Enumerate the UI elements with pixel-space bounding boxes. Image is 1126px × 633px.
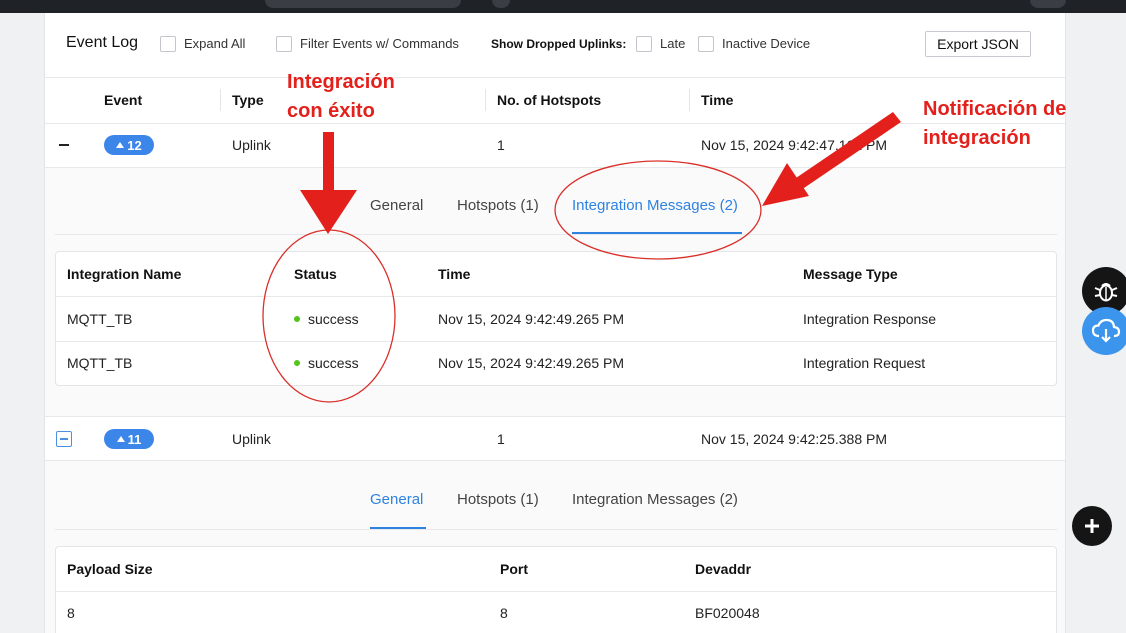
event-log-panel: Event Log Expand All Filter Events w/ Co…	[44, 13, 1066, 633]
search-bar[interactable]	[265, 0, 461, 8]
event-id-badge: 12	[104, 135, 154, 155]
bug-icon	[1094, 283, 1118, 302]
table-row[interactable]: 11 Uplink 1 Nov 15, 2024 9:42:25.388 PM	[45, 416, 1065, 460]
event-details: General Hotspots (1) Integration Message…	[45, 167, 1065, 416]
tab-divider	[55, 529, 1057, 530]
event-id: 11	[127, 431, 142, 447]
message-time: Nov 15, 2024 9:42:49.265 PM	[438, 311, 625, 327]
col-payload-size: Payload Size	[67, 561, 153, 577]
inactive-device-checkbox[interactable]	[698, 36, 714, 52]
table-row[interactable]: 12 Uplink 1 Nov 15, 2024 9:42:47.162 PM	[45, 123, 1065, 167]
expand-all-label: Expand All	[184, 36, 246, 51]
col-divider	[689, 89, 690, 111]
col-divider	[220, 89, 221, 111]
tab-hotspots[interactable]: Hotspots (1)	[457, 197, 539, 214]
event-time: Nov 15, 2024 9:42:47.162 PM	[701, 137, 888, 153]
status-text: success	[308, 355, 359, 371]
integration-name: MQTT_TB	[67, 311, 133, 327]
notification-annotation: Notificación de integración	[923, 95, 1066, 153]
col-time[interactable]: Time	[701, 92, 733, 108]
late-checkbox[interactable]	[636, 36, 652, 52]
export-json-button[interactable]: Export JSON	[925, 31, 1031, 57]
status-cell: success	[294, 355, 359, 371]
integration-messages-table: Integration Name Status Time Message Typ…	[55, 251, 1057, 386]
col-message-type: Message Type	[803, 266, 898, 282]
collapse-icon[interactable]	[56, 431, 72, 447]
payload-size: 8	[67, 605, 75, 621]
col-divider	[485, 89, 486, 111]
col-type[interactable]: Type	[232, 92, 264, 108]
col-port: Port	[500, 561, 528, 577]
status-text: success	[308, 311, 359, 327]
message-type: Integration Request	[803, 355, 926, 371]
cloud-download-button[interactable]	[1082, 307, 1126, 355]
expand-all-checkbox[interactable]	[160, 36, 176, 52]
status-cell: success	[294, 311, 359, 327]
annotation-line: Notificación de	[923, 98, 1067, 120]
col-time: Time	[438, 266, 471, 282]
success-dot	[294, 316, 300, 323]
message-type: Integration Response	[803, 311, 937, 327]
event-id: 12	[127, 137, 142, 153]
row-divider	[56, 296, 1056, 297]
col-status: Status	[294, 266, 337, 282]
arrow-up-icon	[116, 142, 125, 148]
arrow-up-icon	[116, 436, 125, 442]
event-hotspots: 1	[497, 431, 505, 447]
annotation-line: Integración	[287, 71, 395, 93]
general-table: Payload Size Port Devaddr 8 8 BF020048	[55, 546, 1057, 633]
port: 8	[500, 605, 508, 621]
tab-hotspots[interactable]: Hotspots (1)	[457, 491, 539, 508]
table-header-row: Event Type No. of Hotspots Time	[45, 77, 1065, 123]
annotation-line: con éxito	[287, 100, 375, 122]
tab-integration-messages[interactable]: Integration Messages (2)	[572, 491, 738, 508]
page-title: Event Log	[66, 34, 139, 51]
event-type: Uplink	[232, 137, 271, 153]
event-type: Uplink	[232, 431, 271, 447]
filter-events-label: Filter Events w/ Commands	[300, 36, 459, 51]
late-label: Late	[660, 36, 686, 51]
inactive-device-label: Inactive Device	[722, 36, 811, 51]
annotation-line: integración	[923, 127, 1031, 149]
event-details: General Hotspots (1) Integration Message…	[45, 460, 1065, 633]
event-time: Nov 15, 2024 9:42:25.388 PM	[701, 431, 888, 447]
tab-general[interactable]: General	[370, 197, 423, 214]
top-bar-button[interactable]	[1030, 0, 1066, 8]
integration-name: MQTT_TB	[67, 355, 133, 371]
show-dropped-label: Show Dropped Uplinks:	[491, 37, 627, 51]
col-event[interactable]: Event	[104, 92, 142, 108]
filter-events-checkbox[interactable]	[276, 36, 292, 52]
event-log-header: Event Log Expand All Filter Events w/ Co…	[45, 13, 1065, 77]
add-button[interactable]	[1072, 506, 1112, 546]
col-hotspots[interactable]: No. of Hotspots	[497, 92, 601, 108]
top-bar	[0, 0, 1126, 13]
success-dot	[294, 360, 300, 367]
tab-divider	[55, 234, 1057, 235]
col-devaddr: Devaddr	[695, 561, 752, 577]
event-hotspots: 1	[497, 137, 505, 153]
event-id-badge: 11	[104, 429, 154, 449]
cloud-download-icon	[1091, 318, 1121, 343]
message-time: Nov 15, 2024 9:42:49.265 PM	[438, 355, 625, 371]
col-integration-name: Integration Name	[67, 266, 182, 282]
tab-general[interactable]: General	[370, 491, 423, 508]
success-annotation: Integración con éxito	[287, 68, 395, 126]
top-bar-control[interactable]	[492, 0, 510, 8]
tab-integration-messages[interactable]: Integration Messages (2)	[572, 197, 738, 214]
devaddr: BF020048	[695, 605, 760, 621]
collapse-icon[interactable]	[56, 137, 72, 153]
plus-icon	[1085, 519, 1099, 533]
row-divider	[56, 341, 1056, 342]
row-divider	[56, 591, 1056, 592]
